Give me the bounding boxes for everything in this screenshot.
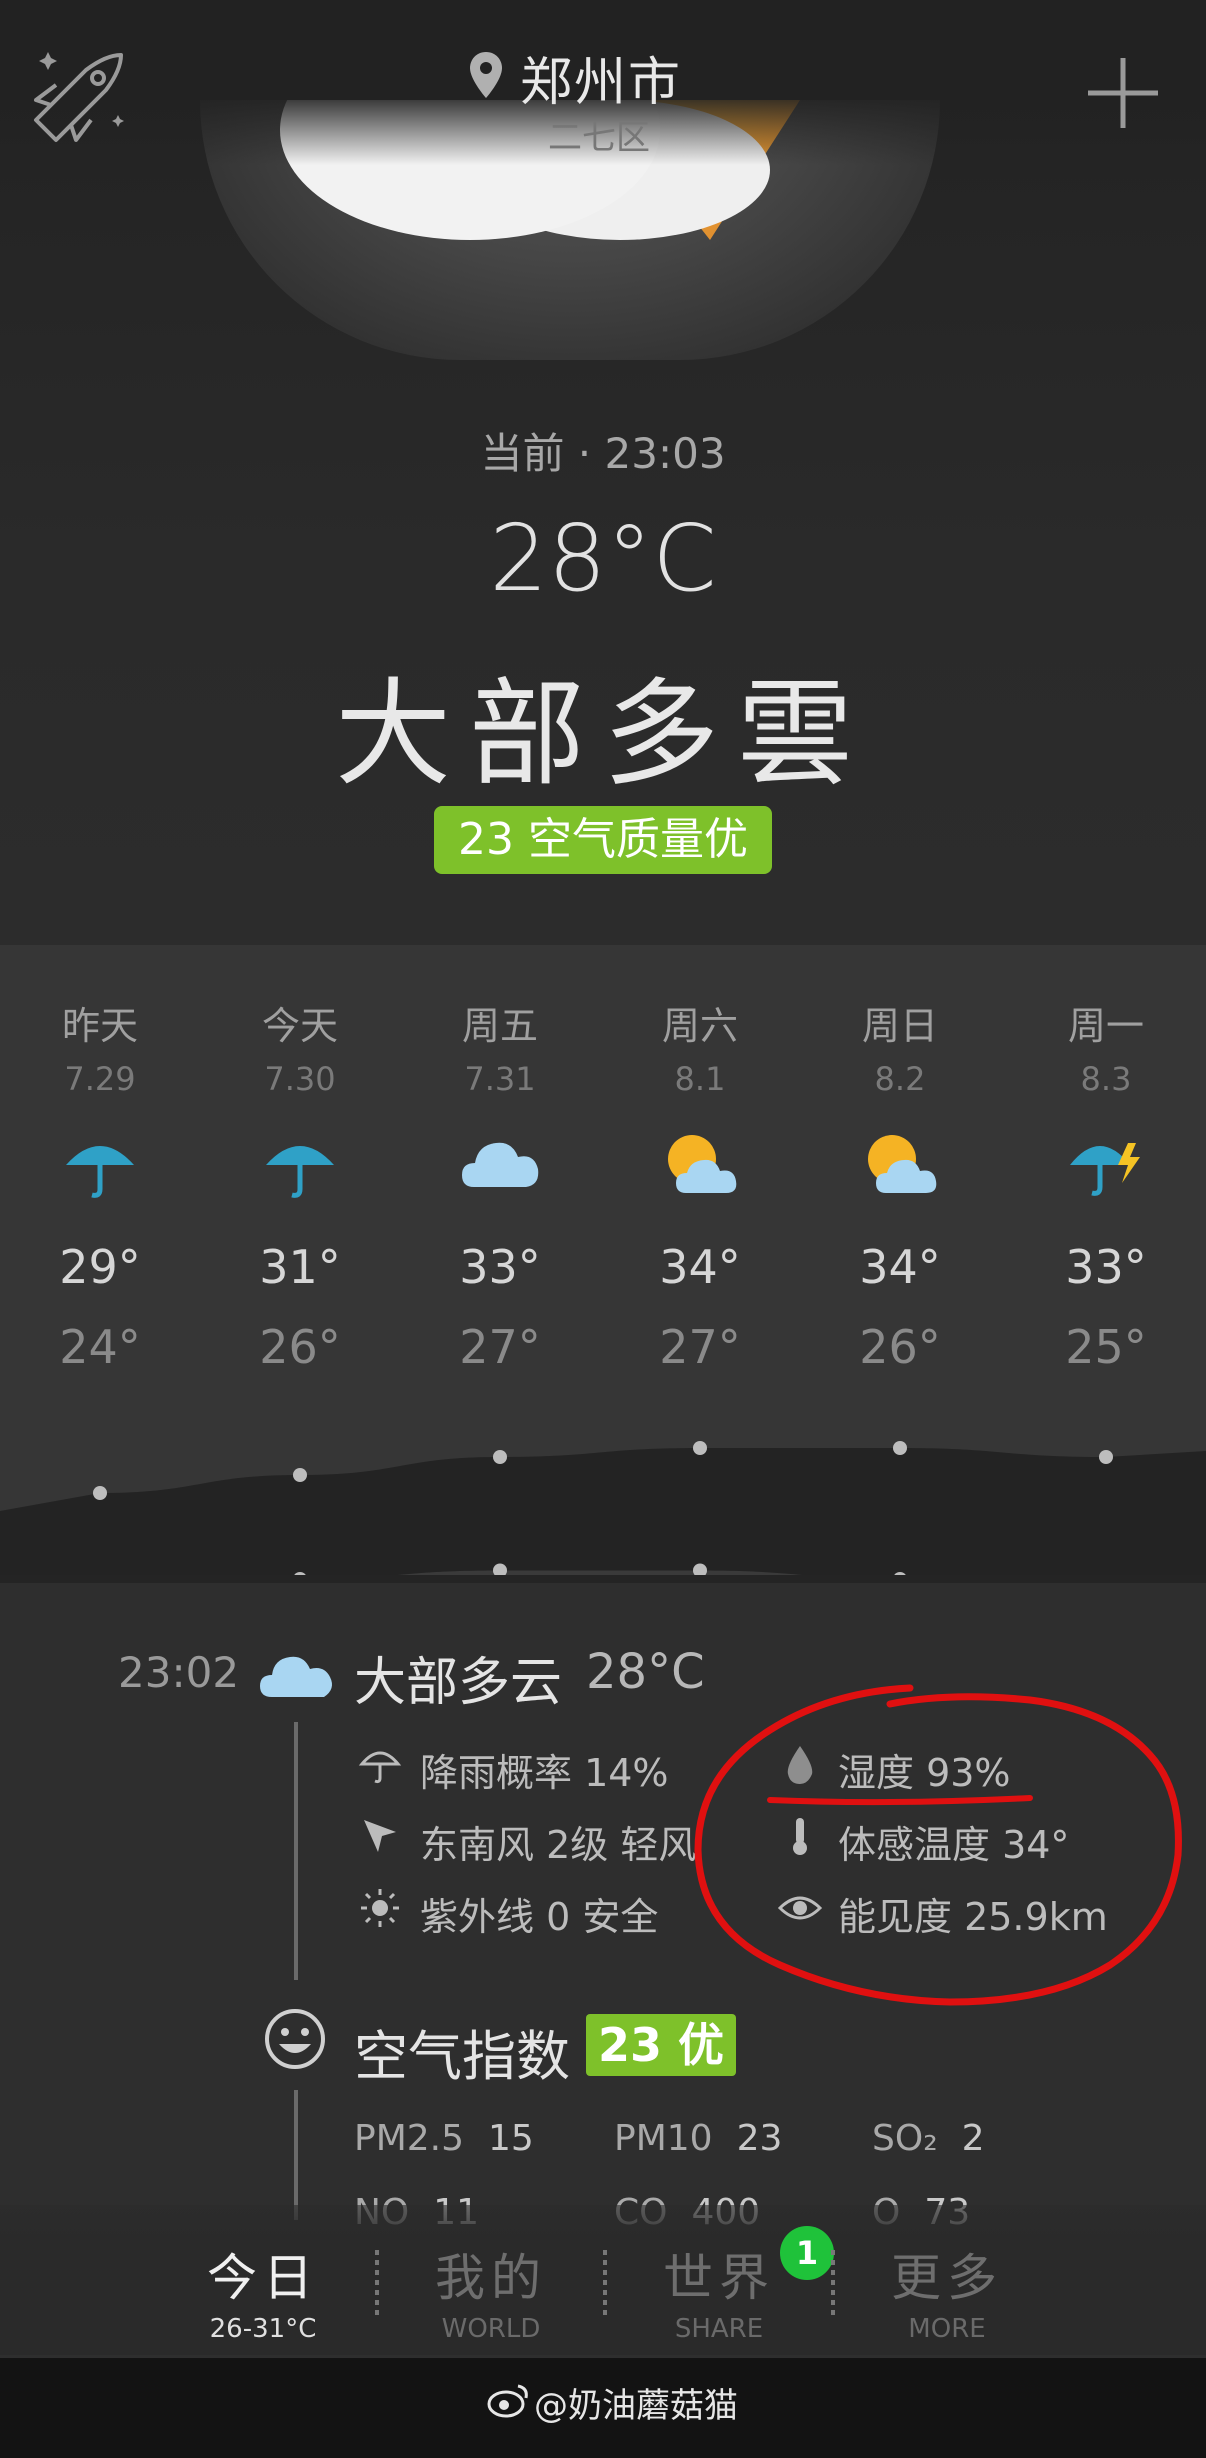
detail-condition: 大部多云 [354,1653,563,1713]
forecast-high: 33° [459,1240,541,1294]
pollutant-value: 2 [961,2118,985,2159]
forecast-day-name: 昨天 [61,1004,138,1048]
sun-cloud-icon [860,1125,940,1205]
tab-mine[interactable]: 我的 WORLD [396,2238,586,2344]
umbrella-icon [260,1125,340,1205]
sun-cloud-icon [660,1125,740,1205]
cloud-icon [260,1656,332,1697]
detail-temperature: 28°C [586,1644,705,1700]
section-divider [0,1575,1206,1583]
tab-separator [375,2250,379,2316]
forecast-day-name: 周日 [861,1004,938,1048]
detail-time: 23:02 [118,1648,240,1697]
tab-separator [831,2250,835,2316]
current-temperature: 28°C [489,505,717,612]
city-name[interactable]: 郑州市 [520,40,682,115]
pollutant-item: PM2.5 15 [354,2118,534,2159]
forecast-day-name: 周一 [1067,1004,1144,1048]
forecast-day-name: 周五 [461,1004,538,1048]
temperature-curve-chart [0,1441,1206,1580]
red-circle-annotation [694,1684,1182,2006]
high-temp-point [293,1468,307,1482]
current-time-label: 当前 · 23:03 [480,429,726,478]
forecast-date: 8.3 [1080,1060,1132,1098]
sun-icon [361,1889,399,1927]
cloud-icon [460,1125,540,1205]
high-temp-point [1099,1450,1113,1464]
location-pin-icon [470,52,502,98]
tab-mine-label: 我的 [435,2249,547,2307]
tab-more[interactable]: 更多 MORE [852,2238,1042,2344]
pollutant-name: PM2.5 [354,2118,465,2159]
wind-info: 东南风 2级 轻风 [420,1823,697,1867]
forecast-high: 34° [859,1240,941,1294]
pollutant-name: SO₂ [872,2118,938,2159]
district-name: 二七区 [548,118,650,158]
thunder-umbrella-icon [1066,1125,1146,1205]
high-temp-point [93,1486,107,1500]
watermark-text: @奶油蘑菇猫 [534,2386,738,2426]
wind-direction-icon [364,1820,396,1852]
forecast-date: 7.30 [264,1060,336,1098]
high-temp-point [493,1450,507,1464]
rain-chance: 降雨概率 14% [420,1751,669,1795]
add-city-icon[interactable] [1080,50,1166,136]
pollutant-name: PM10 [614,2118,713,2159]
forecast-date: 8.1 [674,1060,726,1098]
umbrella-icon [60,1125,140,1205]
notification-badge: 1 [780,2226,834,2280]
forecast-date: 7.29 [64,1060,136,1098]
tab-more-label: 更多 [891,2249,1003,2307]
tab-more-sub: MORE [908,2314,986,2344]
forecast-high: 29° [59,1240,141,1294]
curve-band [0,1448,1206,1580]
tab-today[interactable]: 今日 26-31°C [168,2238,358,2344]
forecast-date: 8.2 [874,1060,926,1098]
smiley-face-icon [265,2009,325,2069]
tab-world-sub: SHARE [674,2314,764,2344]
air-index-badge: 23 优 [586,2014,736,2076]
forecast-day-name: 周六 [661,1004,738,1048]
uv-index: 紫外线 0 安全 [420,1895,659,1939]
high-temp-point [693,1441,707,1455]
forecast-high: 33° [1065,1240,1147,1294]
current-condition: 大部多雲 [335,667,871,802]
pollutant-value: 15 [488,2118,534,2159]
tab-today-sub: 26-31°C [209,2314,317,2344]
pollutant-item: PM10 23 [614,2118,782,2159]
tab-separator [603,2250,607,2316]
timeline-line-2 [294,2090,298,2220]
weibo-icon [487,2384,528,2418]
forecast-day-name: 今天 [261,1004,338,1048]
tab-today-label: 今日 [207,2249,319,2307]
pollutant-value: 23 [736,2118,783,2159]
forecast-date: 7.31 [464,1060,536,1098]
air-quality-badge[interactable]: 23 空气质量优 [434,806,772,874]
timeline-line [294,1722,298,1980]
tab-mine-sub: WORLD [441,2314,541,2344]
forecast-high: 34° [659,1240,741,1294]
space-shuttle-icon[interactable] [26,40,136,150]
forecast-high: 31° [259,1240,341,1294]
pollutant-item: SO₂ 2 [872,2118,985,2159]
high-temp-point [893,1441,907,1455]
air-index-title: 空气指数 [354,2025,570,2088]
umbrella-icon [358,1751,402,1784]
